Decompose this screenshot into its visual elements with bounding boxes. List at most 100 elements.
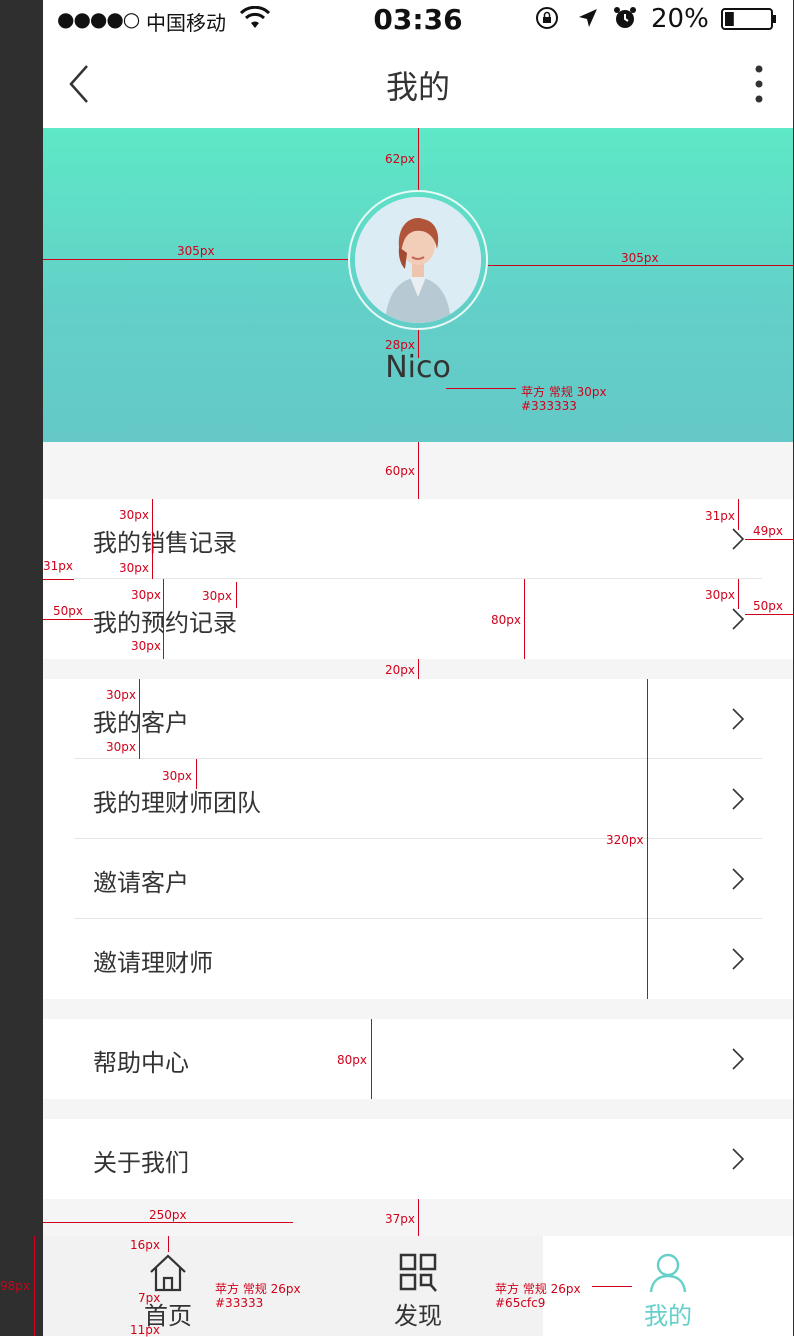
measure-line	[418, 1199, 419, 1236]
measure-line	[738, 499, 739, 530]
measure-label: 31px	[43, 559, 73, 573]
measure-label: 50px	[753, 599, 783, 613]
measure-line	[139, 679, 140, 759]
measure-label: 50px	[53, 604, 83, 618]
measure-label: 37px	[385, 1212, 415, 1226]
battery-percentage: 20%	[651, 4, 709, 34]
list-item-label: 邀请理财师	[93, 949, 213, 977]
measure-line	[43, 579, 74, 580]
measure-label: 80px	[491, 613, 521, 627]
rotation-lock-icon	[536, 7, 558, 29]
measure-label: 16px	[130, 1238, 160, 1252]
avatar-ring	[348, 190, 488, 330]
battery-icon	[721, 8, 776, 30]
more-options-icon[interactable]	[751, 64, 767, 104]
menu-group-records: 我的销售记录 我的预约记录	[43, 499, 793, 659]
avatar[interactable]	[355, 197, 481, 323]
list-item-label: 我的客户	[93, 709, 189, 737]
measure-label: 49px	[753, 524, 783, 538]
measure-line	[371, 1019, 372, 1099]
list-item[interactable]: 帮助中心	[43, 1019, 793, 1099]
page-title: 我的	[385, 68, 450, 106]
font-spec-label: 苹方 常规 26px	[215, 1282, 301, 1296]
measure-label: 250px	[149, 1208, 187, 1222]
font-spec-label: 苹方 常规 30px	[521, 385, 607, 399]
measure-label: 31px	[705, 509, 735, 523]
list-item-label: 关于我们	[93, 1149, 189, 1177]
list-item[interactable]: 关于我们	[43, 1119, 793, 1199]
measure-label: 305px	[621, 251, 659, 265]
list-item-label: 我的销售记录	[93, 529, 237, 557]
measure-label: 30px	[119, 508, 149, 522]
measure-label: 98px	[0, 1279, 30, 1293]
measure-line	[745, 539, 794, 540]
measure-line	[524, 579, 525, 659]
measure-label: 320px	[606, 833, 644, 847]
list-item[interactable]: 我的理财师团队	[43, 759, 793, 839]
chevron-right-icon	[732, 788, 745, 810]
location-icon	[579, 9, 597, 27]
measure-line	[34, 1236, 35, 1336]
tab-label: 我的	[644, 1302, 692, 1330]
list-item-label: 帮助中心	[93, 1049, 189, 1077]
chevron-right-icon	[732, 1148, 745, 1170]
font-spec-color: #65cfc9	[495, 1296, 546, 1310]
left-edge-strip	[0, 0, 43, 1336]
measure-label: 30px	[202, 589, 232, 603]
measure-label: 30px	[705, 588, 735, 602]
menu-group-clients: 我的客户 我的理财师团队 邀请客户 邀请理财师	[43, 679, 793, 999]
alarm-icon	[614, 7, 636, 28]
font-spec-label: 苹方 常规 26px	[495, 1282, 581, 1296]
measure-line	[43, 259, 348, 260]
home-icon	[150, 1254, 186, 1292]
measure-line	[418, 659, 419, 679]
measure-line	[488, 265, 794, 266]
list-item-label: 我的预约记录	[93, 609, 237, 637]
measure-line	[418, 330, 419, 358]
measure-line	[168, 1236, 169, 1252]
measure-line	[152, 499, 153, 579]
measure-label: 80px	[337, 1053, 367, 1067]
list-item-label: 邀请客户	[93, 869, 189, 897]
measure-line	[446, 388, 516, 389]
list-item[interactable]: 邀请客户	[43, 839, 793, 919]
list-item[interactable]: 我的销售记录	[43, 499, 793, 579]
measure-line	[592, 1286, 632, 1287]
measure-line	[418, 442, 419, 499]
chevron-right-icon	[732, 1048, 745, 1070]
measure-label: 7px	[138, 1291, 161, 1305]
measure-line	[647, 679, 648, 999]
list-item-label: 我的理财师团队	[93, 789, 261, 817]
user-icon	[649, 1253, 687, 1293]
measure-line	[43, 1222, 293, 1223]
measure-label: 60px	[385, 464, 415, 478]
measure-label: 30px	[106, 688, 136, 702]
status-bar: ●●●●○ 中国移动 03:36 20%	[43, 0, 793, 40]
nav-bar: 我的	[43, 40, 793, 128]
avatar-portrait	[355, 197, 481, 323]
list-item[interactable]: 我的客户	[43, 679, 793, 759]
menu-group-about: 关于我们	[43, 1119, 793, 1199]
list-item[interactable]: 邀请理财师	[43, 919, 793, 999]
font-spec-color: #333333	[521, 399, 577, 413]
measure-line	[196, 759, 197, 789]
chevron-right-icon	[732, 948, 745, 970]
measure-line	[418, 128, 419, 190]
measure-label: 28px	[385, 338, 415, 352]
measure-label: 30px	[162, 769, 192, 783]
measure-label: 30px	[106, 740, 136, 754]
measure-line	[163, 579, 164, 659]
measure-label: 30px	[119, 561, 149, 575]
chevron-right-icon	[732, 608, 745, 630]
chevron-right-icon	[732, 868, 745, 890]
measure-label: 305px	[177, 244, 215, 258]
measure-label: 30px	[131, 588, 161, 602]
measure-line	[236, 582, 237, 608]
font-spec-color: #33333	[215, 1296, 264, 1310]
measure-line	[43, 619, 93, 620]
chevron-right-icon	[732, 528, 745, 550]
measure-label: 62px	[385, 152, 415, 166]
chevron-right-icon	[732, 708, 745, 730]
measure-label: 20px	[385, 663, 415, 677]
measure-label: 11px	[130, 1323, 160, 1337]
